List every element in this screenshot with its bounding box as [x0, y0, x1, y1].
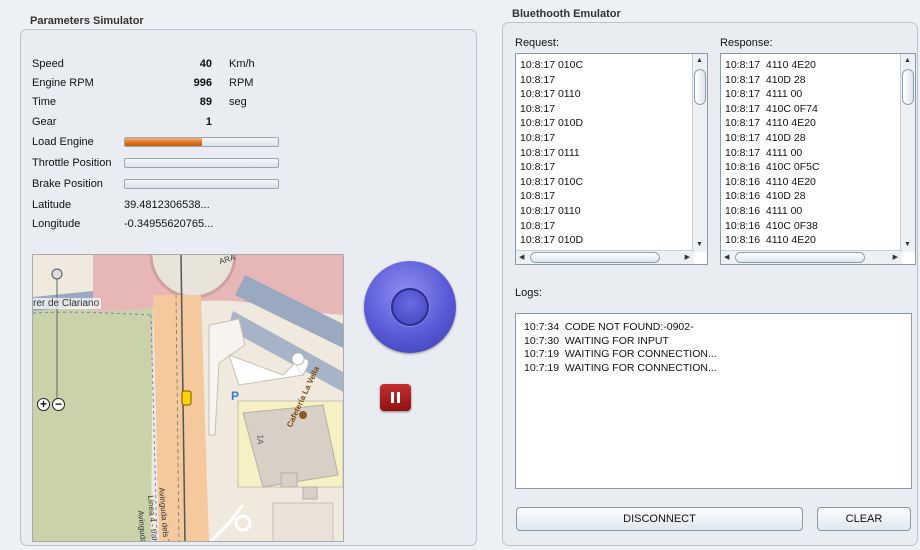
logs-label: Logs: — [515, 287, 542, 299]
log-item[interactable]: 10:7:19 WAITING FOR CONNECTION... — [524, 348, 717, 362]
response-label: Response: — [720, 37, 773, 49]
list-item[interactable]: 10:8:17 4111 00 — [725, 87, 820, 102]
zoom-slider-handle[interactable] — [51, 268, 63, 280]
gear-label: Gear — [32, 116, 57, 128]
parking-icon: P — [231, 389, 239, 403]
response-list-items: 10:8:17 4110 4E20 10:8:17 410D 28 10:8:17 … — [725, 58, 820, 248]
list-item[interactable]: 10:8:17 — [520, 189, 583, 204]
response-vscroll-thumb[interactable] — [902, 69, 914, 105]
log-item[interactable]: 10:7:30 WAITING FOR INPUT — [524, 335, 717, 349]
scroll-left-icon[interactable]: ◀ — [519, 254, 524, 262]
list-item[interactable]: 10:8:16 4110 4E20 — [725, 175, 820, 190]
brake-bar — [124, 179, 279, 189]
list-item[interactable]: 10:8:17 4110 4E20 — [725, 58, 820, 73]
park-area — [33, 299, 153, 541]
scroll-right-icon[interactable]: ▶ — [893, 254, 898, 262]
scroll-down-icon[interactable]: ▼ — [696, 241, 703, 249]
map-building-label: 1A — [255, 434, 265, 445]
request-list[interactable]: 10:8:17 010C 10:8:17 10:8:17 0110 10:8:17 10… — [515, 53, 708, 265]
list-item[interactable]: 10:8:17 0110 — [520, 204, 583, 219]
joystick-knob[interactable] — [391, 288, 429, 326]
request-list-items: 10:8:17 010C 10:8:17 10:8:17 0110 10:8:17 10… — [520, 58, 583, 248]
rpm-unit: RPM — [229, 77, 254, 89]
list-item[interactable]: 10:8:17 — [520, 131, 583, 146]
list-item[interactable]: 10:8:17 — [520, 219, 583, 234]
disconnect-button[interactable]: DISCONNECT — [516, 507, 803, 531]
list-item[interactable]: 10:8:16 4110 4E20 — [725, 233, 820, 248]
longitude-value: -0.34955620765... — [124, 218, 214, 230]
scroll-right-icon[interactable]: ▶ — [685, 254, 690, 262]
pause-icon — [391, 392, 394, 403]
pause-button[interactable] — [380, 384, 411, 411]
time-value: 89 — [199, 96, 212, 108]
logs-box[interactable]: 10:7:34 CODE NOT FOUND:-0902- 10:7:30 WAI… — [515, 313, 912, 489]
zoom-in-button[interactable]: + — [37, 398, 50, 411]
request-hscroll-thumb[interactable] — [530, 252, 660, 263]
scroll-down-icon[interactable]: ▼ — [904, 241, 911, 249]
scroll-left-icon[interactable]: ◀ — [724, 254, 729, 262]
response-list[interactable]: 10:8:17 4110 4E20 10:8:17 410D 28 10:8:17 … — [720, 53, 916, 265]
list-item[interactable]: 10:8:17 — [520, 73, 583, 88]
speed-unit: Km/h — [229, 58, 255, 70]
speed-label: Speed — [32, 58, 64, 70]
load-engine-bar — [124, 137, 279, 147]
list-item[interactable]: 10:8:17 0110 — [520, 87, 583, 102]
list-item[interactable]: 10:8:17 010C — [520, 175, 583, 190]
throttle-bar — [124, 158, 279, 168]
response-hscroll-thumb[interactable] — [735, 252, 865, 263]
scroll-up-icon[interactable]: ▲ — [904, 57, 911, 65]
list-item[interactable]: 10:8:17 010C — [520, 58, 583, 73]
request-label: Request: — [515, 37, 560, 49]
load-engine-bar-fill — [125, 138, 202, 146]
clear-button[interactable]: CLEAR — [817, 507, 911, 531]
response-hscroll[interactable]: ◀ ▶ — [721, 250, 902, 264]
list-item[interactable]: 10:8:17 410D 28 — [725, 73, 820, 88]
log-item[interactable]: 10:7:34 CODE NOT FOUND:-0902- — [524, 321, 717, 335]
log-item[interactable]: 10:7:19 WAITING FOR CONNECTION... — [524, 362, 717, 376]
logs-list-items: 10:7:34 CODE NOT FOUND:-0902- 10:7:30 WAI… — [524, 321, 717, 375]
list-item[interactable]: 10:8:16 410C 0F5C — [725, 160, 820, 175]
time-unit: seg — [229, 96, 247, 108]
params-panel-title: Parameters Simulator — [30, 15, 144, 27]
bt-panel-title: Bluethooth Emulator — [512, 8, 621, 20]
joystick-icon[interactable] — [364, 261, 456, 353]
latitude-value: 39.4812306538... — [124, 199, 210, 211]
list-item[interactable]: 10:8:17 0111 — [520, 146, 583, 161]
car-marker-icon — [181, 390, 192, 406]
request-vscroll-thumb[interactable] — [694, 69, 706, 105]
zoom-out-button[interactable]: − — [52, 398, 65, 411]
list-item[interactable]: 10:8:16 410C 0F38 — [725, 219, 820, 234]
rpm-value: 996 — [193, 77, 212, 89]
list-item[interactable]: 10:8:17 — [520, 160, 583, 175]
response-vscroll[interactable]: ▲ ▼ — [900, 54, 915, 252]
map-view[interactable]: P rer de Clariano ARA Avinguda dels Tarr… — [32, 254, 344, 542]
list-item[interactable]: 10:8:16 410D 28 — [725, 189, 820, 204]
request-vscroll[interactable]: ▲ ▼ — [692, 54, 707, 252]
list-item[interactable]: 10:8:17 010D — [520, 116, 583, 131]
list-item[interactable]: 10:8:17 410D 28 — [725, 131, 820, 146]
list-item[interactable]: 10:8:17 4110 4E20 — [725, 116, 820, 131]
speed-value: 40 — [199, 58, 212, 70]
rpm-label: Engine RPM — [32, 77, 94, 89]
map-street-label-clariano: rer de Clariano — [33, 298, 102, 309]
list-item[interactable]: 10:8:17 — [520, 102, 583, 117]
scroll-up-icon[interactable]: ▲ — [696, 57, 703, 65]
list-item[interactable]: 10:8:17 010D — [520, 233, 583, 248]
list-item[interactable]: 10:8:17 4111 00 — [725, 146, 820, 161]
list-item[interactable]: 10:8:17 410C 0F74 — [725, 102, 820, 117]
request-hscroll[interactable]: ◀ ▶ — [516, 250, 694, 264]
list-item[interactable]: 10:8:16 4111 00 — [725, 204, 820, 219]
gear-value: 1 — [205, 116, 212, 128]
time-label: Time — [32, 96, 57, 108]
